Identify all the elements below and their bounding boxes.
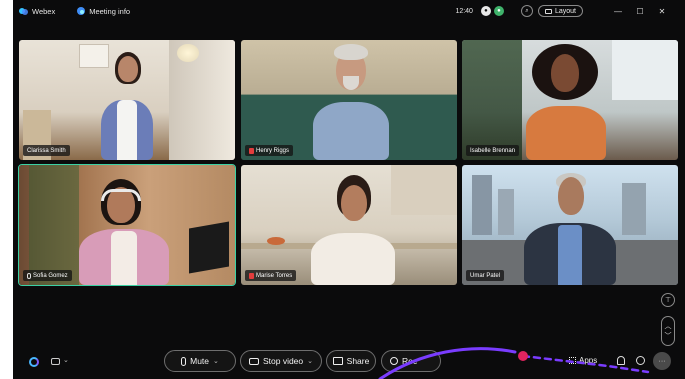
pin-top-icon: ⊤ [664, 297, 672, 304]
participant-name: Isabelle Brennan [470, 147, 516, 154]
stop-video-button[interactable]: Stop video ⌄ [240, 350, 322, 372]
share-icon [332, 357, 343, 365]
record-label: Rec [402, 356, 418, 366]
meeting-controls-bar: ⌄ Mute ⌄ Stop video ⌄ Share Rec Apps ··· [13, 350, 685, 372]
participant-name-tag: Marise Torres [245, 270, 297, 281]
close-button[interactable]: ✕ [657, 7, 667, 16]
participant-name: Clarissa Smith [27, 147, 66, 154]
layout-icon [544, 8, 552, 14]
scroll-down-icon[interactable]: ﹀ [665, 331, 672, 341]
share-label: Share [346, 356, 370, 366]
chat-icon[interactable] [51, 358, 60, 365]
more-options-button[interactable]: ··· [653, 352, 671, 370]
record-button[interactable]: Rec [381, 350, 441, 372]
participants-icon[interactable] [617, 356, 625, 365]
title-bar: Webex Meeting info 12:40 ● ● ⌕ Layout — … [13, 0, 685, 22]
minimize-button[interactable]: — [613, 7, 623, 16]
video-tile[interactable]: Umar Patel [462, 165, 678, 285]
meeting-info-button[interactable]: Meeting info [77, 7, 130, 16]
participant-name: Marise Torres [256, 272, 293, 279]
webex-icon [19, 7, 28, 16]
video-tile-active-speaker[interactable]: Sofia Gomez [18, 164, 236, 286]
pin-top-button[interactable]: ⊤ [661, 293, 675, 307]
chevron-down-icon[interactable]: ⌄ [63, 356, 69, 364]
mute-button[interactable]: Mute ⌄ [164, 350, 236, 372]
app-name: Webex [32, 6, 56, 16]
webex-meeting-window: Webex Meeting info 12:40 ● ● ⌕ Layout — … [13, 0, 685, 379]
maximize-button[interactable]: ☐ [635, 7, 645, 16]
video-tile[interactable]: Isabelle Brennan [462, 40, 678, 160]
stop-video-label: Stop video [262, 356, 304, 366]
participant-name: Sofia Gomez [33, 272, 68, 279]
recording-icon[interactable]: ● [493, 6, 504, 16]
video-tile[interactable]: Marise Torres [241, 165, 457, 285]
muted-icon [249, 272, 254, 279]
apps-icon [569, 357, 576, 364]
share-button[interactable]: Share [326, 350, 376, 372]
scroll-up-icon[interactable]: ︿ [665, 321, 672, 331]
participant-name: Umar Patel [470, 272, 501, 279]
apps-button[interactable]: Apps [569, 356, 597, 365]
meeting-clock: 12:40 [455, 7, 473, 15]
camera-icon [248, 357, 259, 365]
participant-name-tag: Henry Riggs [245, 145, 294, 156]
video-tile[interactable]: Clarissa Smith [19, 40, 235, 160]
participant-name-tag: Umar Patel [466, 270, 505, 281]
record-icon [390, 357, 398, 365]
participant-name-tag: Sofia Gomez [23, 270, 72, 281]
participant-name-tag: Isabelle Brennan [466, 145, 520, 156]
layout-button[interactable]: Layout [537, 5, 583, 17]
search-icon[interactable]: ⌕ [520, 5, 533, 17]
chevron-down-icon[interactable]: ⌄ [307, 357, 313, 365]
chevron-down-icon[interactable]: ⌄ [213, 357, 219, 365]
mute-label: Mute [190, 356, 210, 366]
participant-name-tag: Clarissa Smith [23, 145, 70, 156]
mic-icon [27, 272, 31, 279]
layout-label: Layout [554, 7, 576, 15]
scroll-controls[interactable]: ︿ ﹀ [661, 316, 675, 346]
apps-label: Apps [579, 356, 598, 365]
meeting-info-icon [77, 7, 86, 15]
mic-icon[interactable]: ● [480, 6, 491, 16]
participant-name: Henry Riggs [256, 147, 290, 154]
video-tile[interactable]: Henry Riggs [241, 40, 457, 160]
mic-icon [181, 356, 187, 366]
chat-bubble-icon[interactable] [636, 356, 645, 365]
meeting-info-label: Meeting info [89, 6, 131, 16]
muted-icon [249, 147, 254, 154]
ai-assistant-icon[interactable] [29, 357, 39, 367]
